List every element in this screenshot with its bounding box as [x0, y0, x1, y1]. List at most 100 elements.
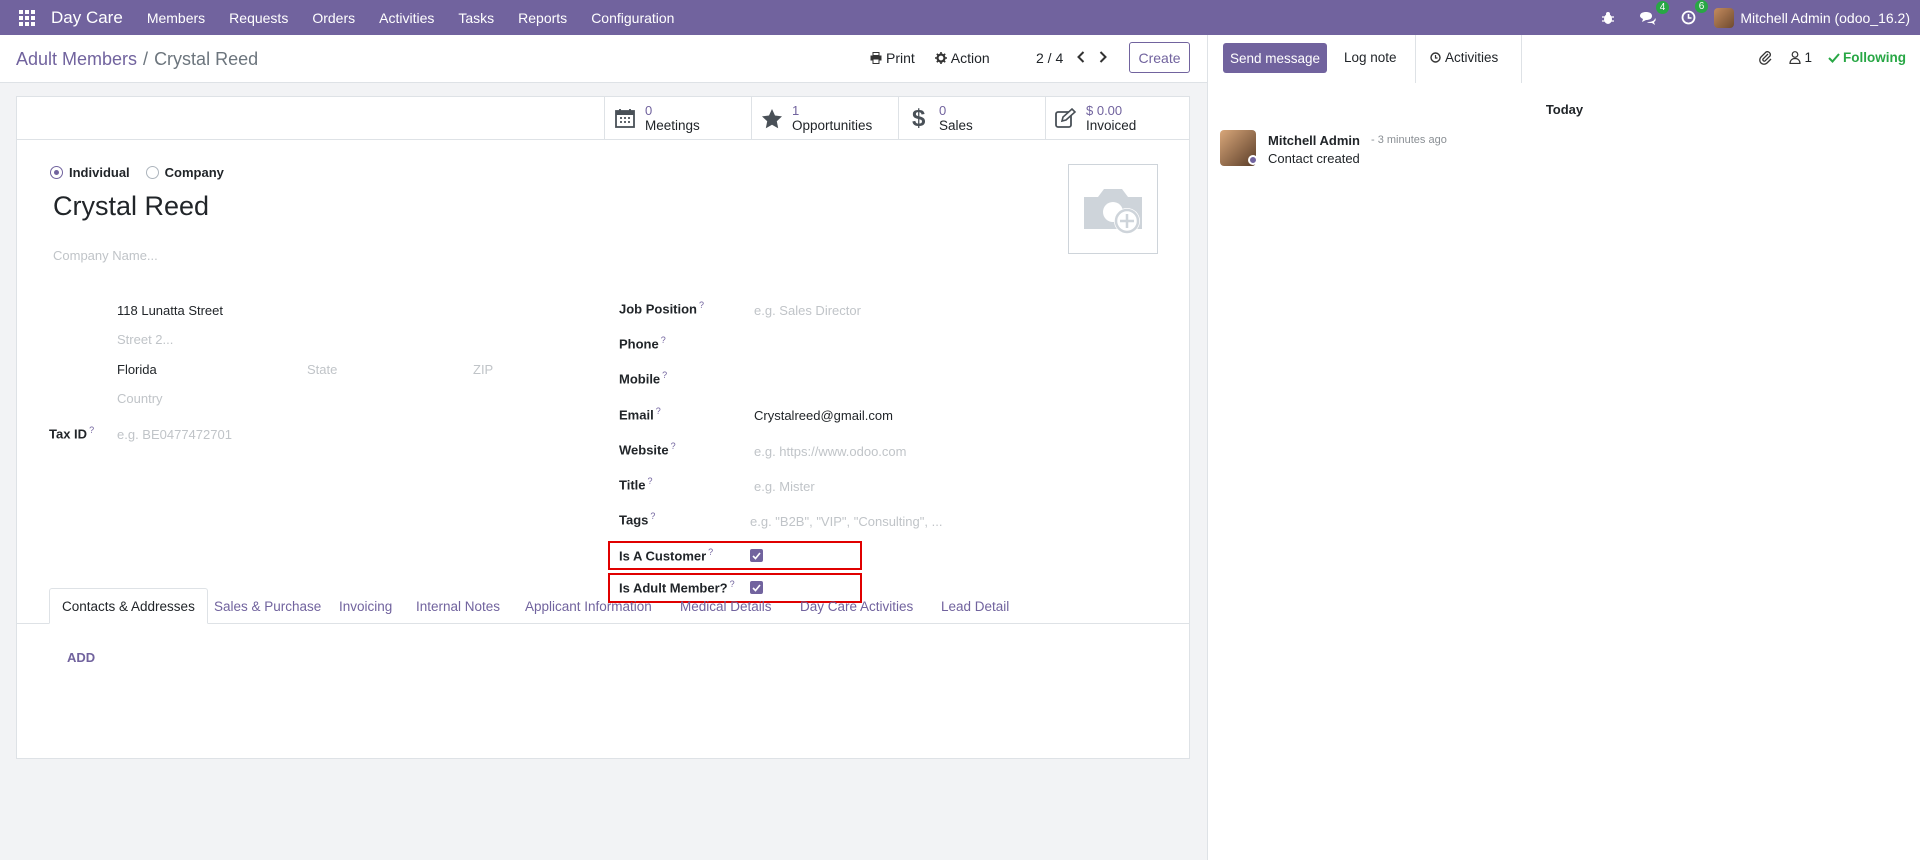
tab-day-care-activities[interactable]: Day Care Activities — [788, 588, 925, 624]
menu-tasks[interactable]: Tasks — [446, 10, 506, 26]
company-name-field[interactable]: Company Name... — [53, 248, 158, 263]
chatter-divider — [1415, 35, 1416, 83]
chatter: Send message Log note Activities 1 Follo… — [1207, 35, 1920, 860]
breadcrumb-parent[interactable]: Adult Members — [16, 49, 137, 69]
breadcrumb: Adult Members / Crystal Reed — [16, 49, 258, 70]
state-field[interactable]: State — [307, 362, 337, 377]
activities-button[interactable]: Activities — [1430, 50, 1498, 65]
email-field[interactable]: Crystalreed@gmail.com — [754, 408, 893, 423]
pager-previous-icon[interactable] — [1077, 50, 1085, 66]
menu-activities[interactable]: Activities — [367, 10, 446, 26]
street-field[interactable]: 118 Lunatta Street — [117, 303, 223, 318]
tab-sales-purchase[interactable]: Sales & Purchase — [202, 588, 333, 624]
meetings-label: Meetings — [645, 118, 700, 133]
partner-name-field[interactable]: Crystal Reed — [53, 191, 209, 222]
check-icon — [1828, 52, 1840, 63]
user-menu[interactable]: Mitchell Admin (odoo_16.2) — [1714, 7, 1910, 28]
pager-value[interactable]: 2 / 4 — [1036, 50, 1063, 66]
clock-icon — [1430, 52, 1441, 63]
phone-field[interactable] — [754, 337, 974, 353]
add-contact-button[interactable]: ADD — [67, 650, 95, 665]
street2-field[interactable]: Street 2... — [117, 332, 173, 347]
tab-invoicing[interactable]: Invoicing — [327, 588, 404, 624]
tab-medical-details[interactable]: Medical Details — [668, 588, 784, 624]
calendar-icon — [605, 108, 645, 128]
country-field[interactable]: Country — [117, 391, 163, 406]
following-button[interactable]: Following — [1828, 50, 1906, 65]
chatter-followers: 1 Following — [1743, 50, 1906, 65]
record-actions: Print Action — [870, 50, 1010, 66]
invoiced-amount: $ 0.00 — [1086, 103, 1123, 118]
tags-field[interactable]: e.g. "B2B", "VIP", "Consulting", ... — [750, 514, 942, 529]
notebook-tabs: Contacts & Addresses Sales & Purchase In… — [17, 588, 1189, 624]
sales-smart-button[interactable]: $ 0 Sales — [898, 97, 1045, 139]
zip-field[interactable]: ZIP — [473, 362, 493, 377]
printer-icon — [870, 52, 882, 64]
menu-configuration[interactable]: Configuration — [579, 10, 686, 26]
pager: 2 / 4 — [1036, 50, 1108, 66]
send-message-button[interactable]: Send message — [1223, 43, 1327, 73]
log-note-button[interactable]: Log note — [1344, 50, 1397, 65]
app-menu-icon[interactable] — [15, 6, 39, 30]
title-label: Title? — [619, 476, 653, 493]
tax-id-field[interactable]: e.g. BE0477472701 — [117, 427, 232, 442]
bug-icon[interactable] — [1601, 11, 1615, 25]
breadcrumb-separator: / — [143, 49, 149, 69]
user-avatar — [1714, 7, 1735, 28]
messages-icon[interactable]: 4 — [1639, 0, 1670, 25]
followers-button[interactable]: 1 — [1789, 50, 1812, 65]
menu-requests[interactable]: Requests — [217, 10, 300, 26]
mobile-field[interactable] — [754, 372, 974, 388]
city-field[interactable]: Florida — [117, 362, 157, 377]
company-radio-label[interactable]: Company — [165, 165, 224, 180]
individual-radio[interactable] — [50, 166, 63, 179]
activities-label: Activities — [1445, 50, 1499, 65]
top-navbar: Day Care Members Requests Orders Activit… — [0, 0, 1920, 35]
app-brand[interactable]: Day Care — [51, 8, 123, 28]
company-radio[interactable] — [145, 166, 159, 179]
opportunities-count: 1 — [792, 103, 800, 118]
meetings-count: 0 — [645, 103, 653, 118]
tab-applicant-information[interactable]: Applicant Information — [513, 588, 664, 624]
breadcrumb-current: Crystal Reed — [154, 49, 259, 69]
email-label: Email? — [619, 406, 661, 423]
activities-badge: 6 — [1694, 0, 1709, 13]
is-customer-checkbox[interactable] — [750, 549, 763, 562]
meetings-smart-button[interactable]: 0 Meetings — [604, 97, 751, 139]
control-panel: Adult Members / Crystal Reed Print Action … — [0, 35, 1207, 83]
tab-contacts-addresses[interactable]: Contacts & Addresses — [49, 588, 208, 624]
menu-reports[interactable]: Reports — [506, 10, 579, 26]
website-field[interactable]: e.g. https://www.odoo.com — [754, 444, 906, 459]
job-position-field[interactable]: e.g. Sales Director — [754, 303, 861, 318]
date-separator: Today — [1545, 102, 1584, 117]
opportunities-smart-button[interactable]: 1 Opportunities — [751, 97, 898, 139]
user-name: Mitchell Admin (odoo_16.2) — [1740, 9, 1910, 26]
invoiced-smart-button[interactable]: $ 0.00 Invoiced — [1045, 97, 1192, 139]
smart-button-box: 0 Meetings 1 Opportunities $ 0 Sales $ 0.00… — [17, 97, 1189, 140]
action-button[interactable]: Action — [934, 50, 990, 66]
sales-label: Sales — [939, 118, 973, 133]
tab-lead-detail[interactable]: Lead Detail — [929, 588, 1021, 624]
title-field[interactable]: e.g. Mister — [754, 479, 815, 494]
tab-internal-notes[interactable]: Internal Notes — [404, 588, 512, 624]
individual-radio-label[interactable]: Individual — [69, 165, 130, 180]
image-upload[interactable] — [1068, 164, 1158, 254]
print-button[interactable]: Print — [870, 50, 915, 66]
menu-members[interactable]: Members — [135, 10, 217, 26]
pager-next-icon[interactable] — [1099, 50, 1108, 66]
star-icon — [752, 108, 792, 129]
dollar-icon: $ — [899, 106, 939, 130]
mobile-label: Mobile? — [619, 370, 668, 387]
paperclip-icon[interactable] — [1759, 50, 1773, 65]
main-menu: Members Requests Orders Activities Tasks… — [135, 10, 687, 26]
edit-invoice-icon — [1046, 108, 1086, 128]
activity-clock-icon[interactable]: 6 — [1681, 0, 1709, 25]
tax-id-label: Tax ID? — [49, 425, 95, 442]
company-type-radio: Individual Company — [50, 165, 240, 180]
message-author[interactable]: Mitchell Admin — [1268, 133, 1360, 148]
followers-count: 1 — [1804, 50, 1812, 65]
menu-orders[interactable]: Orders — [300, 10, 367, 26]
create-button[interactable]: Create — [1129, 42, 1190, 73]
chatter-topbar: Send message Log note Activities 1 Follo… — [1208, 35, 1920, 83]
form-sheet: 0 Meetings 1 Opportunities $ 0 Sales $ 0.00… — [16, 96, 1190, 759]
